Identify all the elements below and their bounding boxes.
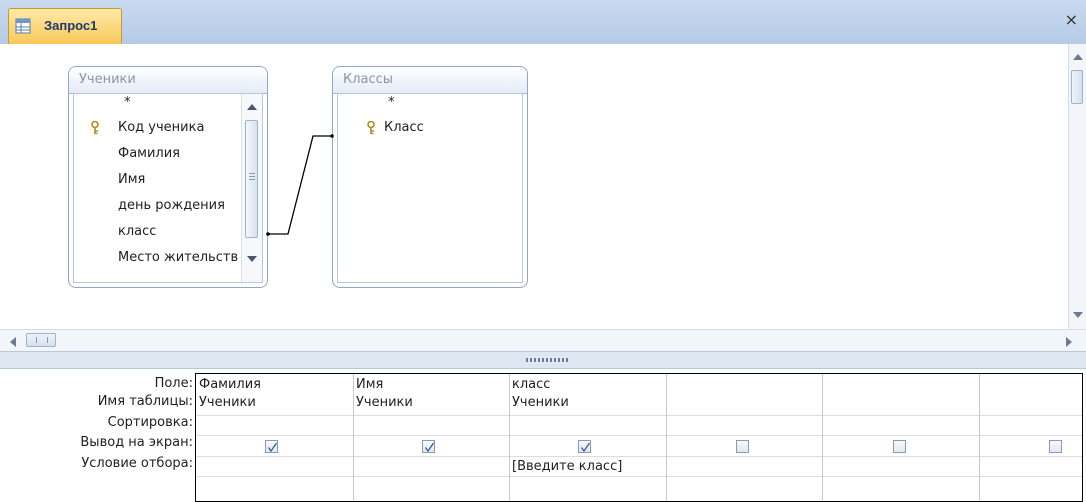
show-checkbox[interactable]	[265, 440, 278, 453]
show-checkbox[interactable]	[422, 440, 435, 453]
grid-table-cell[interactable]: Ученики	[199, 395, 256, 410]
row-label-criteria: Условие отбора:	[81, 456, 193, 471]
close-tab-button[interactable]: ×	[1065, 10, 1078, 29]
grid-field-cell[interactable]: класс	[512, 377, 550, 392]
design-vertical-scrollbar[interactable]	[1068, 44, 1086, 329]
show-checkbox[interactable]	[736, 440, 749, 453]
query-grid: Поле: Имя таблицы: Сортировка: Вывод на …	[0, 369, 1086, 502]
grid-table-cell[interactable]: Ученики	[356, 395, 413, 410]
scroll-thumb[interactable]	[1071, 70, 1083, 104]
scroll-thumb[interactable]	[26, 333, 56, 347]
row-label-sort: Сортировка:	[107, 415, 193, 430]
splitter-grip-icon[interactable]	[526, 358, 570, 362]
grid-field-cell[interactable]: Фамилия	[199, 377, 261, 392]
grid-criteria-cell[interactable]: [Введите класс]	[512, 459, 622, 474]
grid-field-cell[interactable]: Имя	[356, 377, 383, 392]
query-design-area[interactable]: Ученики * Код ученика Фамилия Имя день р…	[0, 44, 1068, 329]
relationship-line[interactable]	[0, 44, 1068, 329]
design-horizontal-scrollbar[interactable]	[0, 329, 1086, 351]
show-checkbox[interactable]	[578, 440, 591, 453]
grid-table-cell[interactable]: Ученики	[512, 395, 569, 410]
row-label-show: Вывод на экран:	[80, 435, 193, 450]
document-tab-bar: Запрос1 ×	[0, 0, 1086, 45]
show-checkbox[interactable]	[1049, 440, 1062, 453]
scroll-left-icon[interactable]	[10, 337, 16, 347]
scroll-down-icon[interactable]	[1073, 312, 1083, 318]
scroll-up-icon[interactable]	[1073, 54, 1083, 60]
query-icon	[15, 18, 31, 34]
tab-title: Запрос1	[44, 18, 98, 33]
scroll-right-icon[interactable]	[1066, 337, 1072, 347]
show-checkbox[interactable]	[893, 440, 906, 453]
tab-query1[interactable]: Запрос1	[8, 8, 122, 44]
query-grid-columns: Фамилия Ученики Имя Ученики класс Ученик…	[195, 373, 1083, 502]
row-label-field: Поле:	[154, 376, 193, 391]
row-label-table: Имя таблицы:	[97, 394, 193, 409]
pane-splitter[interactable]	[0, 351, 1086, 369]
